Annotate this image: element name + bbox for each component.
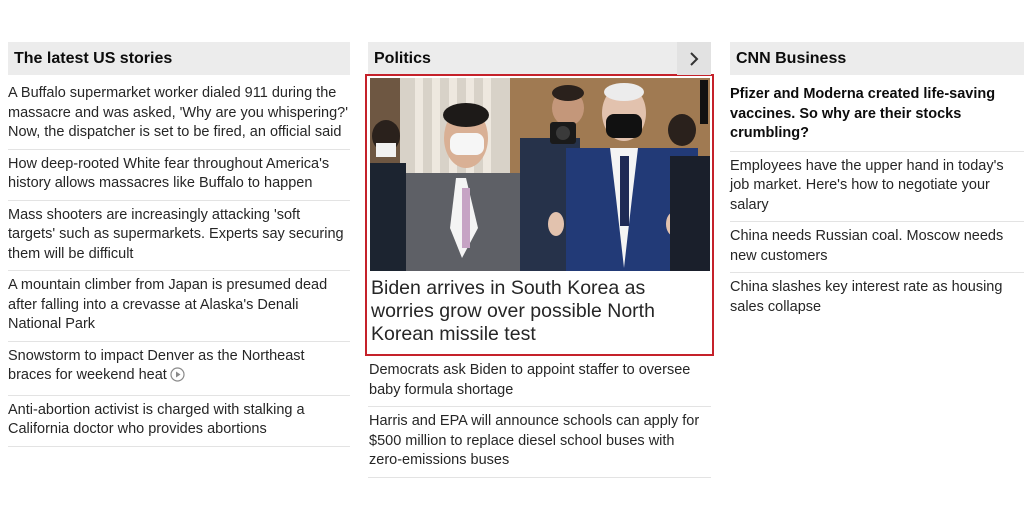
story-list: A Buffalo supermarket worker dialed 911 … <box>8 75 350 447</box>
section-title: Politics <box>374 49 431 67</box>
story-link-text[interactable]: Harris and EPA will announce schools can… <box>369 413 699 468</box>
politics-section: Politics Biden arrives in South Korea as… <box>365 42 714 478</box>
photo-credit <box>700 80 708 124</box>
story-link-text[interactable]: Snowstorm to impact Denver as the Northe… <box>8 348 305 384</box>
story-link-text[interactable]: Anti-abortion activist is charged with s… <box>8 402 305 438</box>
latest-us-stories-section: The latest US stories A Buffalo supermar… <box>8 42 350 447</box>
story-link[interactable]: How deep-rooted White fear throughout Am… <box>8 150 350 201</box>
story-link[interactable]: A Buffalo supermarket worker dialed 911 … <box>8 75 350 150</box>
story-link[interactable]: Anti-abortion activist is charged with s… <box>8 396 350 447</box>
story-link[interactable]: Democrats ask Biden to appoint staffer t… <box>368 356 711 407</box>
story-link[interactable]: China slashes key interest rate as housi… <box>730 273 1024 323</box>
section-title: The latest US stories <box>14 49 173 67</box>
section-header-politics[interactable]: Politics <box>368 42 711 75</box>
story-link[interactable]: Mass shooters are increasingly attacking… <box>8 201 350 271</box>
chevron-right-icon[interactable] <box>677 42 711 75</box>
story-link-text[interactable]: Mass shooters are increasingly attacking… <box>8 207 344 262</box>
story-link-text[interactable]: Pfizer and Moderna created life-saving v… <box>730 86 995 141</box>
play-circle-icon <box>170 367 185 389</box>
story-link-text[interactable]: Employees have the upper hand in today's… <box>730 158 1004 213</box>
story-link-text[interactable]: A mountain climber from Japan is presume… <box>8 277 327 332</box>
cnn-business-section: CNN Business Pfizer and Moderna created … <box>730 42 1024 323</box>
story-list: Democrats ask Biden to appoint staffer t… <box>368 356 711 478</box>
story-link-text[interactable]: China needs Russian coal. Moscow needs n… <box>730 228 1003 264</box>
story-list: Pfizer and Moderna created life-saving v… <box>730 75 1024 323</box>
section-title: CNN Business <box>736 49 847 67</box>
story-link-text[interactable]: Democrats ask Biden to appoint staffer t… <box>369 362 690 398</box>
story-link[interactable]: A mountain climber from Japan is presume… <box>8 271 350 342</box>
story-link-text[interactable]: A Buffalo supermarket worker dialed 911 … <box>8 85 348 140</box>
story-link-text[interactable]: China slashes key interest rate as housi… <box>730 279 1002 315</box>
story-link-text[interactable]: How deep-rooted White fear throughout Am… <box>8 156 329 192</box>
story-link[interactable]: Employees have the upper hand in today's… <box>730 152 1024 222</box>
story-link[interactable]: Harris and EPA will announce schools can… <box>368 407 711 478</box>
featured-story-headline[interactable]: Biden arrives in South Korea as worries … <box>370 271 709 346</box>
story-link[interactable]: Snowstorm to impact Denver as the Northe… <box>8 342 350 396</box>
story-link[interactable]: China needs Russian coal. Moscow needs n… <box>730 222 1024 273</box>
section-header-cnn-business[interactable]: CNN Business <box>730 42 1024 75</box>
lead-story-link[interactable]: Pfizer and Moderna created life-saving v… <box>730 75 1024 152</box>
section-header-latest-us[interactable]: The latest US stories <box>8 42 350 75</box>
featured-story[interactable]: Biden arrives in South Korea as worries … <box>365 74 714 356</box>
featured-story-image[interactable] <box>370 78 710 271</box>
